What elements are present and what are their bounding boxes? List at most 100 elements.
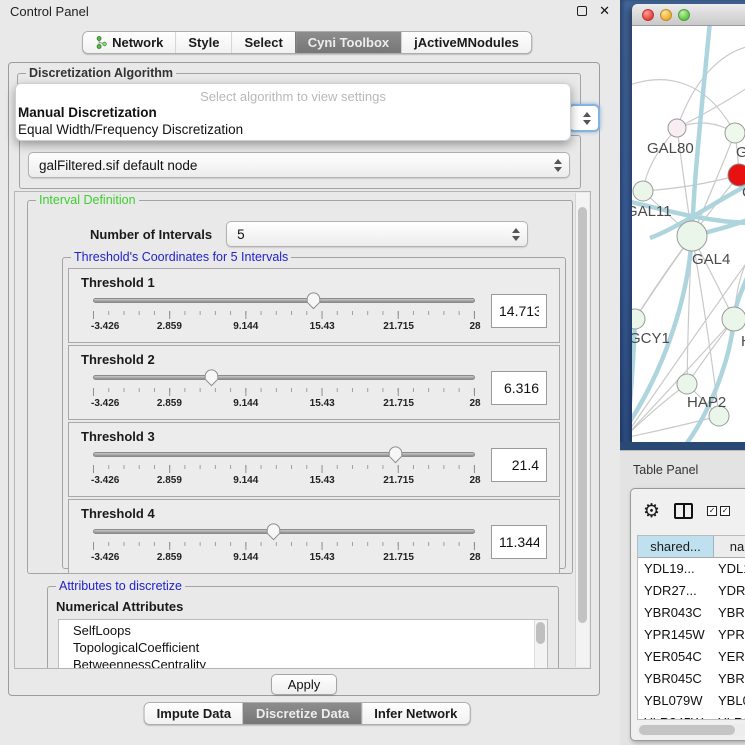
table-panel-section: Table Panel ⚙ ✓✓ shared... na YDL19...YD… [620,450,745,745]
node-label: GAL4 [692,251,730,268]
node-hap2 [677,374,697,394]
table-row[interactable]: YLR345WYLR3 [638,712,745,720]
network-view-window: GAL80 GA C GAL11 GAL4 GCY1 H HAP2 [632,4,745,443]
viewport-scrollbar[interactable] [575,193,589,667]
scrollbar-thumb[interactable] [578,207,587,623]
algorithm-combobox[interactable] [568,104,600,132]
numerical-attributes-label: Numerical Attributes [56,599,558,614]
dropdown-option-equal-width[interactable]: Equal Width/Frequency Discretization [16,121,570,138]
settings-scroll-viewport: Interval Definition Number of Intervals … [14,191,591,669]
tab-jactivemnodules[interactable]: jActiveMNodules [401,32,531,53]
thresholds-group: Threshold's Coordinates for 5 Intervals … [62,257,566,569]
slider-track [93,452,475,457]
gear-icon[interactable]: ⚙ [643,502,660,521]
control-panel-window: Control Panel ✕ Network Style Select Cyn… [0,0,620,745]
threshold-3-slider[interactable]: -3.426 2.859 9.144 15.43 21.715 28 [93,446,475,490]
column-header-shared-name[interactable]: shared... [638,536,714,557]
slider-ticks [93,388,475,396]
list-scrollbar[interactable] [534,620,547,669]
table-row[interactable]: YDR27...YDR2 [638,580,745,602]
split-columns-icon[interactable] [674,503,693,519]
tab-infer-network[interactable]: Infer Network [361,703,469,724]
slider-scale-labels: -3.426 2.859 9.144 15.43 21.715 28 [93,475,475,487]
table-header-row: shared... na [638,536,745,558]
slider-ticks [93,542,475,550]
network-canvas[interactable]: GAL80 GA C GAL11 GAL4 GCY1 H HAP2 [632,26,745,442]
group-title: Threshold's Coordinates for 5 Intervals [71,250,291,264]
node-label: GAL11 [632,203,672,220]
threshold-4-slider[interactable]: -3.426 2.859 9.144 15.43 21.715 28 [93,523,475,567]
control-panel-titlebar: Control Panel ✕ [0,0,620,22]
slider-track [93,298,475,303]
tab-style[interactable]: Style [175,32,231,53]
float-window-icon[interactable] [577,6,587,16]
threshold-2-panel: Threshold 2 -3.426 2.859 [68,345,560,420]
threshold-1-slider[interactable]: -3.426 2.859 9.144 15.43 21.715 28 [93,292,475,336]
slider-thumb[interactable] [388,446,403,464]
threshold-4-value-field[interactable] [491,525,547,559]
number-of-intervals-label: Number of Intervals [90,227,212,242]
apply-button[interactable]: Apply [271,674,337,695]
slider-ticks [93,311,475,319]
tab-discretize-data[interactable]: Discretize Data [243,703,361,724]
list-item[interactable]: TopologicalCoefficient [73,639,547,656]
node-label: GAL80 [647,140,694,157]
node-table[interactable]: shared... na YDL19...YDL1 YDR27...YDR2 Y… [637,535,745,720]
threshold-3-value-field[interactable] [491,448,547,482]
slider-thumb[interactable] [204,369,219,387]
node-gal11 [633,181,653,201]
threshold-1-value-field[interactable] [491,294,547,328]
bottom-tab-bar: Impute Data Discretize Data Infer Networ… [144,702,471,725]
attributes-group: Attributes to discretize Numerical Attri… [47,586,559,669]
slider-track [93,375,475,380]
node-label: H [741,333,745,350]
checked-boxes-icon[interactable]: ✓✓ [707,506,730,516]
table-data-combobox[interactable]: galFiltered.sif default node [28,152,570,178]
number-of-intervals-combobox[interactable]: 5 [226,221,528,247]
table-row[interactable]: YBL079WYBL0 [638,690,745,712]
zoom-traffic-light-icon[interactable] [678,9,690,21]
table-row[interactable]: YDL19...YDL1 [638,558,745,580]
table-row[interactable]: YPR145WYPR1 [638,624,745,646]
horizontal-scrollbar[interactable] [637,724,745,736]
threshold-2-slider[interactable]: -3.426 2.859 9.144 15.43 21.715 28 [93,369,475,413]
group-title: Interval Definition [36,193,139,207]
list-item[interactable]: BetweennessCentrality [73,656,547,669]
scrollbar-thumb[interactable] [639,725,735,735]
slider-thumb[interactable] [266,523,281,541]
node-h [722,307,745,331]
interval-definition-group: Interval Definition Number of Intervals … [27,200,573,574]
table-row[interactable]: YBR043CYBR0 [638,602,745,624]
slider-scale-labels: -3.426 2.859 9.144 15.43 21.715 28 [93,552,475,564]
list-item[interactable]: SelfLoops [73,622,547,639]
close-icon[interactable]: ✕ [599,6,610,16]
tab-select[interactable]: Select [231,32,294,53]
combo-value: 5 [237,227,509,242]
tab-impute-data[interactable]: Impute Data [145,703,243,724]
threshold-2-value-field[interactable] [491,371,547,405]
slider-thumb[interactable] [306,292,321,310]
combo-stepper-icon [509,228,523,241]
combo-stepper-icon [580,112,594,125]
minimize-traffic-light-icon[interactable] [660,9,672,21]
table-row[interactable]: YBR045CYBR0 [638,668,745,690]
numerical-attributes-list[interactable]: SelfLoops TopologicalCoefficient Between… [58,619,548,669]
node-ga [725,123,745,143]
table-panel-title: Table Panel [633,463,698,477]
network-window-titlebar[interactable] [632,4,745,26]
tab-network[interactable]: Network [83,32,175,53]
top-tab-bar: Network Style Select Cyni Toolbox jActiv… [82,31,532,54]
table-panel-window: ⚙ ✓✓ shared... na YDL19...YDL1 YDR27...Y… [630,488,745,741]
column-header-name[interactable]: na [714,536,745,557]
node-gal4 [677,221,707,251]
close-traffic-light-icon[interactable] [642,9,654,21]
tab-cyni-toolbox[interactable]: Cyni Toolbox [295,32,401,53]
network-icon [95,36,107,49]
slider-scale-labels: -3.426 2.859 9.144 15.43 21.715 28 [93,398,475,410]
panel-title: Control Panel [10,4,89,19]
dropdown-option-manual[interactable]: Manual Discretization [16,104,570,121]
tab-label: Network [112,35,163,50]
table-row[interactable]: YER054CYER0 [638,646,745,668]
threshold-3-panel: Threshold 3 -3.426 2.859 [68,422,560,497]
slider-track [93,529,475,534]
